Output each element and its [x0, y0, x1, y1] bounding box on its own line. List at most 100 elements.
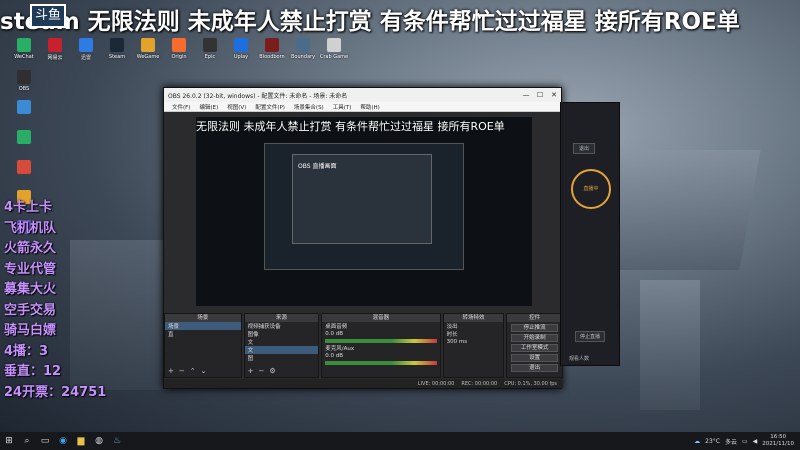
desktop-icon[interactable]: Crab Game: [318, 38, 350, 60]
menu-profile[interactable]: 配置文件(P): [255, 103, 285, 111]
network-icon[interactable]: ▭: [742, 438, 748, 445]
windows-start-icon[interactable]: ⊞: [0, 432, 18, 450]
clock-time: 16:50: [770, 434, 787, 440]
scene-item[interactable]: 场景: [165, 322, 241, 330]
desktop-icon[interactable]: WeGame: [132, 38, 164, 60]
studio-mode-button[interactable]: 工作室模式: [511, 344, 559, 352]
mixer-channel-db: 0.0 dB: [325, 353, 343, 359]
add-icon[interactable]: +: [248, 367, 254, 375]
folder-icon[interactable]: ▆: [72, 432, 90, 450]
obs-preview[interactable]: 无限法则 未成年人禁止打赏 有条件帮忙过过福星 接所有ROE单 OBS 直播画面: [196, 117, 532, 306]
system-tray: ☁ 23°C 多云 ▭ ◀ 16:50 2021/11/10: [694, 434, 800, 448]
assistant-exit-button[interactable]: 退出: [573, 143, 596, 154]
stop-live-button[interactable]: 停止直播: [575, 331, 606, 342]
transition-select[interactable]: 淡出: [444, 322, 504, 330]
overlay-line: 4卡上卡: [4, 200, 53, 215]
scene-item[interactable]: 直: [165, 330, 241, 338]
sources-dock: 来源 视频捕获设备 图像 文 文 图 + − ⚙: [243, 313, 320, 378]
obs-titlebar[interactable]: OBS 26.0.2 (32-bit, windows) - 配置文件: 未命名…: [164, 88, 561, 102]
up-icon[interactable]: ⌃: [190, 367, 196, 375]
source-item[interactable]: 文: [245, 338, 319, 346]
menu-file[interactable]: 文件(F): [172, 103, 190, 111]
volume-meter[interactable]: [325, 339, 437, 343]
desktop-icon[interactable]: Steam: [101, 38, 133, 60]
source-item[interactable]: 图像: [245, 330, 319, 338]
overlay-line: 专业代管: [4, 261, 57, 277]
exit-button[interactable]: 退出: [511, 364, 559, 372]
desktop-icon-label: OBS: [18, 86, 30, 92]
desktop-icon[interactable]: OBS: [8, 70, 40, 92]
nested-preview-inner: OBS 直播画面: [292, 154, 432, 244]
streaming-assistant-panel: 退出 直播中 停止直播 观看人数: [560, 102, 620, 366]
search-icon[interactable]: ⌕: [18, 432, 36, 450]
obs-window[interactable]: OBS 26.0.2 (32-bit, windows) - 配置文件: 未命名…: [163, 87, 564, 389]
maximize-icon[interactable]: ☐: [533, 91, 547, 99]
app-icon: [17, 130, 31, 144]
obs-icon[interactable]: ◍: [90, 432, 108, 450]
settings-button[interactable]: 设置: [511, 354, 559, 362]
desktop-icon[interactable]: [8, 100, 40, 116]
add-icon[interactable]: +: [168, 367, 174, 375]
clock[interactable]: 16:50 2021/11/10: [762, 434, 794, 448]
overlay-line: 4播：3: [4, 343, 49, 359]
app-icon: [17, 100, 31, 114]
weather-icon[interactable]: ☁: [694, 438, 700, 445]
app-icon: [265, 38, 279, 52]
overlay-line: 垂直：12: [4, 364, 62, 379]
source-item[interactable]: 文: [244, 346, 319, 354]
app-icon: [296, 38, 310, 52]
menu-help[interactable]: 帮助(H): [360, 103, 379, 111]
menu-view[interactable]: 视图(V): [227, 103, 246, 111]
edge-icon[interactable]: ◉: [54, 432, 72, 450]
desktop-icon[interactable]: Epic: [194, 38, 226, 60]
transitions-header: 转场特效: [443, 314, 504, 322]
mixer-dock: 混音器 桌面音频 0.0 dB 麦克风/Aux 0.0 dB: [321, 313, 441, 378]
rec-status: REC: 00:00:00: [461, 380, 498, 387]
taskbar: ⊞ ⌕ ▭ ◉ ▆ ◍ ♨ ☁ 23°C 多云 ▭ ◀ 16:50 2021/1…: [0, 432, 800, 450]
desktop-icon[interactable]: Origin: [163, 38, 195, 60]
desktop-icon-label: Uplay: [233, 54, 249, 60]
start-recording-button[interactable]: 开始录制: [511, 334, 559, 342]
desktop-icon[interactable]: WeChat: [8, 38, 40, 60]
overlay-line: 骑马白嫖: [4, 323, 57, 338]
stop-stream-button[interactable]: 停止推流: [511, 324, 559, 332]
app-icon: [234, 38, 248, 52]
remove-icon[interactable]: −: [179, 367, 185, 375]
clock-date: 2021/11/10: [762, 441, 794, 447]
duration-input[interactable]: 300 ms: [444, 338, 504, 346]
desktop-icon[interactable]: [8, 130, 40, 146]
steam-icon[interactable]: ♨: [108, 432, 126, 450]
gear-icon[interactable]: ⚙: [269, 367, 275, 375]
cpu-status: CPU: 0.1%, 30.00 fps: [504, 380, 557, 387]
desktop-icon[interactable]: Bloodborn: [256, 38, 288, 60]
volume-icon[interactable]: ◀: [753, 438, 758, 445]
source-item[interactable]: 视频捕获设备: [245, 322, 319, 330]
task-view-icon[interactable]: ▭: [36, 432, 54, 450]
overlay-line: 募集大火: [4, 282, 57, 297]
app-icon: [141, 38, 155, 52]
douyu-logo: 斗鱼: [30, 4, 66, 28]
close-icon[interactable]: ✕: [547, 91, 561, 99]
desktop-icon[interactable]: 网易云: [39, 38, 71, 61]
mixer-channel-name: 桌面音频: [325, 324, 348, 330]
minimize-icon[interactable]: —: [519, 91, 533, 99]
volume-meter[interactable]: [325, 361, 437, 365]
desktop-icon[interactable]: Boundary: [287, 38, 319, 60]
menu-scene-collection[interactable]: 场景集合(S): [294, 103, 324, 111]
scenes-header: 场景: [165, 314, 241, 322]
down-icon[interactable]: ⌄: [201, 367, 207, 375]
controls-header: 控件: [507, 314, 563, 322]
app-icon: [17, 38, 31, 52]
menu-edit[interactable]: 编辑(E): [199, 103, 218, 111]
mixer-channel-name: 麦克风/Aux: [325, 346, 355, 352]
source-item[interactable]: 图: [245, 354, 319, 362]
preview-sub: OBS 直播画面: [298, 163, 337, 170]
desktop-icon[interactable]: [8, 160, 40, 176]
remove-icon[interactable]: −: [258, 367, 264, 375]
desktop-icon-label: Bloodborn: [259, 54, 285, 60]
menu-tools[interactable]: 工具(T): [333, 103, 352, 111]
desktop-icon[interactable]: Uplay: [225, 38, 257, 60]
weather-text: 多云: [724, 438, 737, 446]
app-icon: [48, 38, 62, 52]
desktop-icon[interactable]: 迅雷: [70, 38, 102, 61]
